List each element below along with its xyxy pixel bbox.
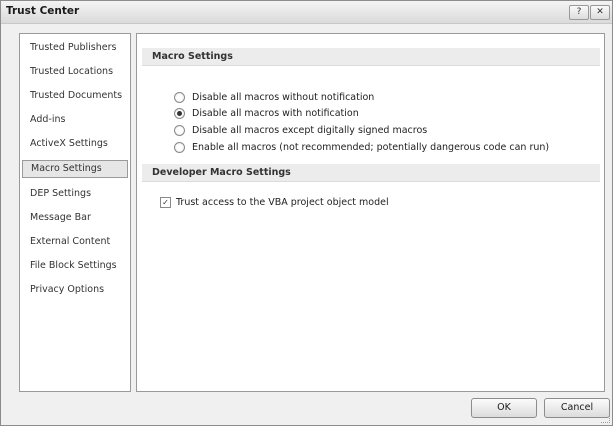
sidebar-item-add-ins[interactable]: Add-ins	[20, 110, 130, 134]
sidebar-item-external-content[interactable]: External Content	[20, 232, 130, 256]
developer-macro-settings-header: Developer Macro Settings	[142, 164, 600, 182]
option-label: Disable all macros with notification	[192, 108, 359, 119]
vba-trust-label: Trust access to the VBA project object m…	[176, 197, 389, 208]
sidebar-item-activex-settings[interactable]: ActiveX Settings	[20, 134, 130, 158]
sidebar-item-file-block-settings[interactable]: File Block Settings	[20, 256, 130, 280]
sidebar-item-trusted-publishers[interactable]: Trusted Publishers	[20, 38, 130, 62]
option-label: Disable all macros without notification	[192, 92, 375, 103]
sidebar-item-privacy-options[interactable]: Privacy Options	[20, 280, 130, 304]
title-bar[interactable]: Trust Center ? ✕	[1, 1, 612, 24]
resize-grip[interactable]	[601, 414, 610, 423]
radio-button[interactable]	[174, 142, 185, 153]
sidebar-item-dep-settings[interactable]: DEP Settings	[20, 184, 130, 208]
ok-button[interactable]: OK	[471, 398, 537, 418]
macro-settings-header: Macro Settings	[142, 48, 600, 66]
settings-panel: Macro Settings Disable all macros withou…	[136, 33, 605, 392]
radio-button-selected[interactable]	[174, 108, 185, 119]
trust-center-dialog: Trust Center ? ✕ Trusted Publishers Trus…	[0, 0, 613, 426]
sidebar-item-message-bar[interactable]: Message Bar	[20, 208, 130, 232]
sidebar-item-macro-settings[interactable]: Macro Settings	[22, 160, 128, 178]
option-label: Enable all macros (not recommended; pote…	[192, 142, 550, 153]
category-sidebar: Trusted Publishers Trusted Locations Tru…	[19, 33, 131, 392]
radio-button[interactable]	[174, 92, 185, 103]
sidebar-item-trusted-locations[interactable]: Trusted Locations	[20, 62, 130, 86]
radio-button[interactable]	[174, 125, 185, 136]
sidebar-item-trusted-documents[interactable]: Trusted Documents	[20, 86, 130, 110]
help-button[interactable]: ?	[569, 5, 589, 20]
vba-trust-checkbox[interactable]: ✓	[160, 197, 171, 208]
dialog-title: Trust Center	[6, 5, 80, 17]
close-button[interactable]: ✕	[590, 5, 610, 20]
option-label: Disable all macros except digitally sign…	[192, 125, 428, 136]
